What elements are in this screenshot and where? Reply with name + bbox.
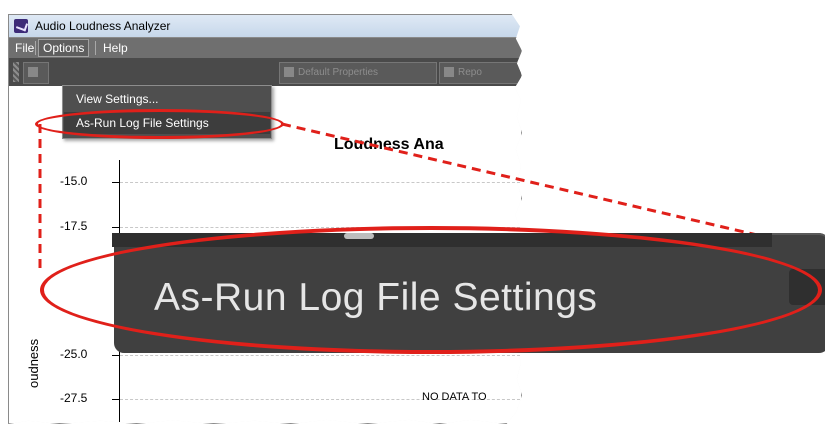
callout-ellipse-small — [35, 109, 284, 139]
callout-connectors — [38, 122, 771, 270]
callout-line-right — [281, 122, 771, 240]
callout-ellipse-large — [40, 226, 822, 354]
